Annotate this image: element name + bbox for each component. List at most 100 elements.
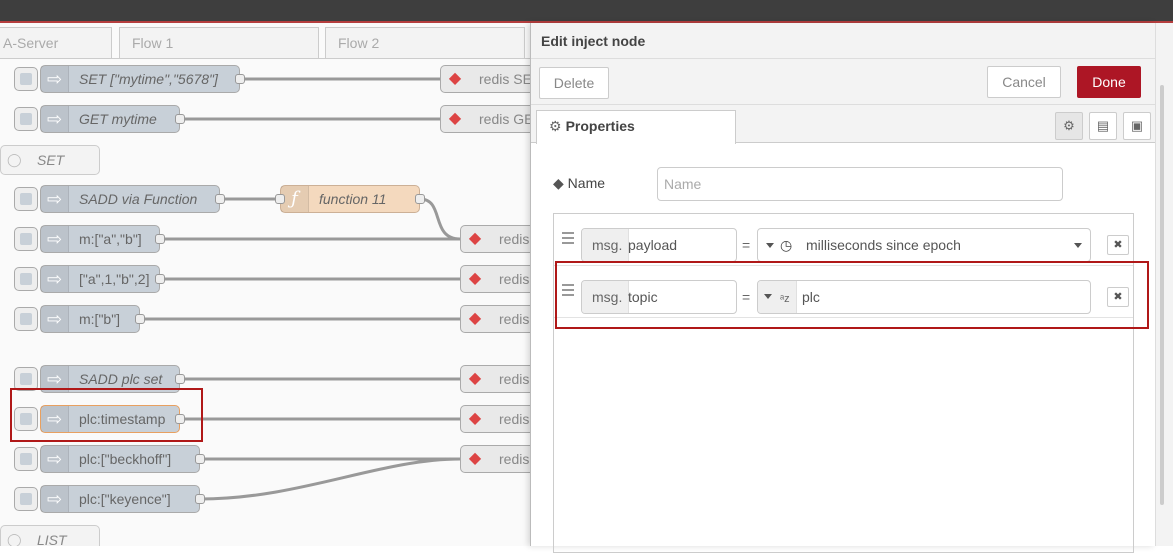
inject-node[interactable]: ⇨ SET ["mytime","5678"]	[40, 65, 240, 93]
comment-label: SET	[37, 152, 65, 168]
inject-node[interactable]: ⇨ plc:["beckhoff"]	[40, 445, 200, 473]
node-label: SADD via Function	[79, 191, 198, 207]
redis-icon: ◆	[468, 230, 482, 247]
tab-a-server[interactable]: A-Server	[0, 27, 112, 59]
inject-trigger-button[interactable]	[14, 187, 38, 211]
tab-label: Flow 1	[132, 35, 174, 51]
node-label: ["a",1,"b",2]	[79, 271, 150, 287]
cancel-button[interactable]: Cancel	[987, 66, 1061, 98]
redis-node[interactable]: ◆ redis GET	[440, 105, 530, 133]
inject-trigger-button[interactable]	[14, 267, 38, 291]
output-port[interactable]	[135, 314, 145, 324]
inject-trigger-button[interactable]	[14, 67, 38, 91]
arrow-right-icon: ⇨	[41, 186, 69, 212]
redis-icon: ◆	[468, 310, 482, 327]
output-port[interactable]	[175, 374, 185, 384]
redis-node[interactable]: ◆ redis	[460, 445, 530, 473]
arrow-right-icon: ⇨	[41, 486, 69, 512]
node-label: m:["a","b"]	[79, 231, 142, 247]
node-label: function 11	[319, 191, 387, 207]
equals-sign: =	[742, 237, 751, 253]
name-label: ◆ Name	[553, 173, 605, 193]
inject-trigger-button[interactable]	[14, 107, 38, 131]
comment-node[interactable]: ◯ SET	[0, 145, 100, 175]
redis-node[interactable]: ◆ redis	[460, 265, 530, 293]
tray-toolbar: Delete Cancel Done	[531, 59, 1156, 105]
inject-trigger-button[interactable]	[14, 447, 38, 471]
redis-icon: ◆	[468, 410, 482, 427]
output-port[interactable]	[195, 494, 205, 504]
sidebar-rail	[1155, 23, 1173, 546]
annotation-highlight-box	[10, 388, 203, 442]
inject-node[interactable]: ⇨ m:["a","b"]	[40, 225, 160, 253]
speech-bubble-icon: ◯	[7, 532, 22, 546]
redis-icon: ◆	[468, 450, 482, 467]
tab-flow-2[interactable]: Flow 2	[325, 27, 525, 59]
redis-node[interactable]: ◆ redis	[460, 305, 530, 333]
top-header-bar	[0, 0, 1173, 22]
appearance-icon[interactable]: ▣	[1123, 112, 1151, 140]
gear-icon[interactable]: ⚙	[1055, 112, 1083, 140]
inject-node[interactable]: ⇨ plc:["keyence"]	[40, 485, 200, 513]
comment-label: LIST	[37, 532, 67, 546]
property-row: msg. payload = ◷ milliseconds since epoc…	[554, 214, 1133, 266]
name-field[interactable]: Name	[657, 167, 1063, 201]
input-port[interactable]	[275, 194, 285, 204]
redis-node[interactable]: ◆ redis	[460, 405, 530, 433]
chevron-down-icon	[1074, 243, 1082, 248]
caret-down-icon	[766, 243, 774, 248]
edit-tray: Edit inject node Delete Cancel Done ⚙ Pro…	[530, 23, 1156, 553]
output-port[interactable]	[155, 274, 165, 284]
output-port[interactable]	[195, 454, 205, 464]
tab-label: Properties	[565, 118, 635, 134]
arrow-right-icon: ⇨	[41, 106, 69, 132]
inject-node[interactable]: ⇨ ["a",1,"b",2]	[40, 265, 160, 293]
scrollbar[interactable]	[1160, 85, 1164, 505]
inject-node[interactable]: ⇨ m:["b"]	[40, 305, 140, 333]
output-port[interactable]	[215, 194, 225, 204]
inject-trigger-button[interactable]	[14, 227, 38, 251]
delete-button[interactable]: Delete	[539, 67, 609, 99]
redis-icon: ◆	[448, 70, 462, 87]
output-port[interactable]	[175, 114, 185, 124]
property-value-field[interactable]: ◷ milliseconds since epoch	[757, 228, 1091, 262]
redis-icon: ◆	[448, 110, 462, 127]
function-node[interactable]: ƒ function 11	[280, 185, 420, 213]
tray-title: Edit inject node	[541, 33, 646, 49]
redis-node[interactable]: ◆ redis	[460, 365, 530, 393]
inject-trigger-button[interactable]	[14, 307, 38, 331]
node-label: redis	[499, 411, 530, 427]
redis-node[interactable]: ◆ redis SET	[440, 65, 530, 93]
annotation-highlight-box	[555, 261, 1149, 329]
node-label: m:["b"]	[79, 311, 121, 327]
inject-node[interactable]: ⇨ GET mytime	[40, 105, 180, 133]
msg-prefix: msg.	[582, 229, 630, 261]
node-label: SET ["mytime","5678"]	[79, 71, 218, 87]
node-label: redis GET	[479, 111, 530, 127]
output-port[interactable]	[155, 234, 165, 244]
output-port[interactable]	[415, 194, 425, 204]
remove-row-button[interactable]: ✖	[1107, 235, 1129, 255]
inject-node[interactable]: ⇨ SADD via Function	[40, 185, 220, 213]
arrow-right-icon: ⇨	[41, 266, 69, 292]
node-label: redis	[499, 271, 530, 287]
output-port[interactable]	[235, 74, 245, 84]
comment-node[interactable]: ◯ LIST	[0, 525, 100, 546]
flow-workspace: A-Server Flow 1 Flow 2 ⇨ SET ["mytime","…	[0, 23, 530, 546]
name-placeholder: Name	[664, 176, 702, 192]
done-button[interactable]: Done	[1077, 66, 1141, 98]
drag-handle-icon[interactable]	[562, 232, 574, 244]
tab-properties[interactable]: ⚙ Properties	[536, 110, 736, 144]
tab-flow-1[interactable]: Flow 1	[119, 27, 319, 59]
redis-node[interactable]: ◆ redis	[460, 225, 530, 253]
inject-trigger-button[interactable]	[14, 487, 38, 511]
flow-canvas[interactable]: ⇨ SET ["mytime","5678"] ⇨ GET mytime ◯ S…	[0, 58, 530, 546]
property-name-field[interactable]: msg. payload	[581, 228, 737, 262]
tray-header: Edit inject node	[531, 23, 1156, 59]
description-icon[interactable]: ▤	[1089, 112, 1117, 140]
node-label: redis	[499, 231, 530, 247]
tab-label: A-Server	[3, 35, 59, 51]
node-label: redis	[499, 371, 530, 387]
arrow-right-icon: ⇨	[41, 66, 69, 92]
tray-tabs: ⚙ Properties ⚙ ▤ ▣	[531, 105, 1156, 144]
